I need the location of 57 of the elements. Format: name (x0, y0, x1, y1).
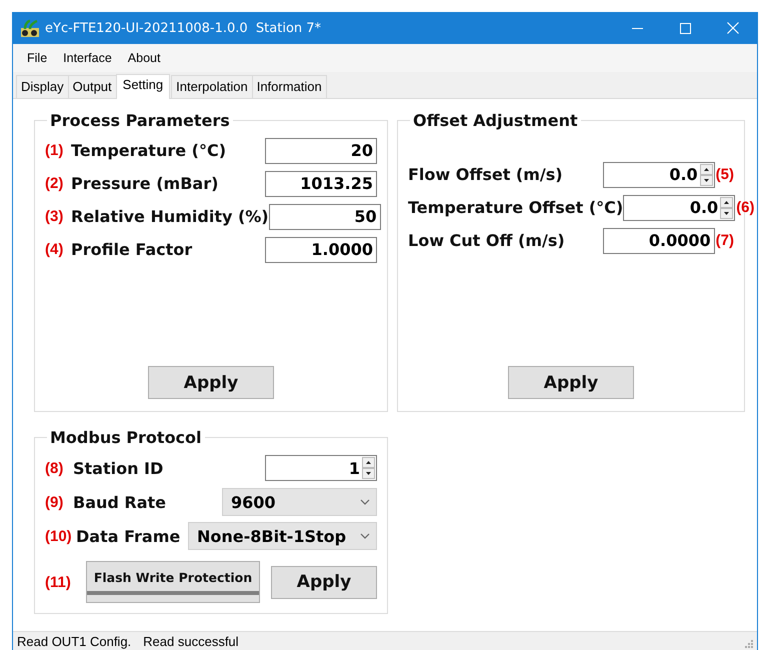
menu-item[interactable]: About (120, 51, 168, 65)
input-field[interactable]: 1013.25 (265, 170, 377, 196)
group-title: Modbus Protocol (49, 428, 203, 447)
resize-grip-icon[interactable] (745, 640, 753, 648)
input-field[interactable]: 20 (265, 138, 377, 164)
field-label: Profile Factor (71, 240, 194, 259)
annotation-number: (8) (45, 460, 64, 476)
menu-item[interactable]: File (19, 51, 56, 65)
chevron-down-icon (360, 533, 370, 539)
close-icon[interactable] (727, 22, 739, 34)
annotation-number: (11) (45, 574, 72, 590)
dropdown[interactable]: 9600 (222, 488, 377, 516)
input-field[interactable]: 0.0000 (602, 228, 715, 254)
chevron-down-icon (360, 499, 370, 505)
field-label: Baud Rate (73, 492, 166, 512)
group-title: Offset Adjustment (412, 111, 579, 130)
field-label: Low Cut Off (m/s) (408, 231, 566, 250)
annotation-number: (5) (716, 166, 734, 183)
field-label: Relative Humidity (%) (71, 207, 269, 226)
app-logo-icon (21, 19, 39, 37)
annotation-number: (9) (45, 494, 64, 510)
field-label: Data Frame (76, 526, 180, 546)
apply-button[interactable]: Apply (271, 566, 377, 598)
maximize-icon[interactable] (680, 22, 690, 34)
status-text: Read successful (143, 634, 239, 648)
annotation-number: (3) (45, 208, 64, 225)
menu-item[interactable]: Interface (55, 51, 120, 65)
input-field[interactable]: 50 (268, 204, 381, 230)
input-field[interactable]: 1.0000 (265, 236, 377, 262)
spin-arrows-icon[interactable] (362, 457, 375, 479)
annotation-number: (1) (45, 142, 64, 159)
annotation-number: (10) (45, 528, 73, 544)
number-spin-field[interactable]: 0.0 (623, 194, 736, 220)
tab[interactable]: Display (16, 75, 69, 98)
apply-button[interactable]: Apply (148, 366, 274, 399)
annotation-number: (2) (45, 175, 64, 192)
apply-button[interactable]: Apply (508, 366, 634, 399)
status-text: Read OUT1 Config. (17, 634, 132, 648)
field-label: Pressure (mBar) (71, 174, 220, 193)
field-label: Station ID (73, 458, 164, 478)
group-title: Process Parameters (49, 111, 231, 130)
dropdown[interactable]: None-8Bit-1Stop (188, 522, 377, 550)
annotation-number: (7) (716, 232, 734, 249)
flash-write-protection-button[interactable]: Flash Write Protection (86, 561, 260, 603)
window-title: eYc-FTE120-UI-20211008-1.0.0 Station 7* (45, 20, 322, 36)
field-label: Temperature Offset (°C) (408, 198, 624, 217)
field-label: Flow Offset (m/s) (408, 165, 564, 184)
number-spin-field[interactable]: 0.0 (602, 162, 715, 188)
field-label: Temperature (°C) (71, 141, 228, 160)
spin-arrows-icon[interactable] (700, 164, 713, 186)
tab[interactable]: Information (252, 75, 327, 98)
tab[interactable]: Interpolation (171, 75, 253, 98)
number-spin-field[interactable]: 1 (265, 455, 377, 481)
annotation-number: (4) (45, 241, 64, 258)
spin-arrows-icon[interactable] (720, 196, 734, 218)
annotation-number: (6) (736, 199, 755, 216)
tab[interactable]: Setting (116, 74, 170, 99)
